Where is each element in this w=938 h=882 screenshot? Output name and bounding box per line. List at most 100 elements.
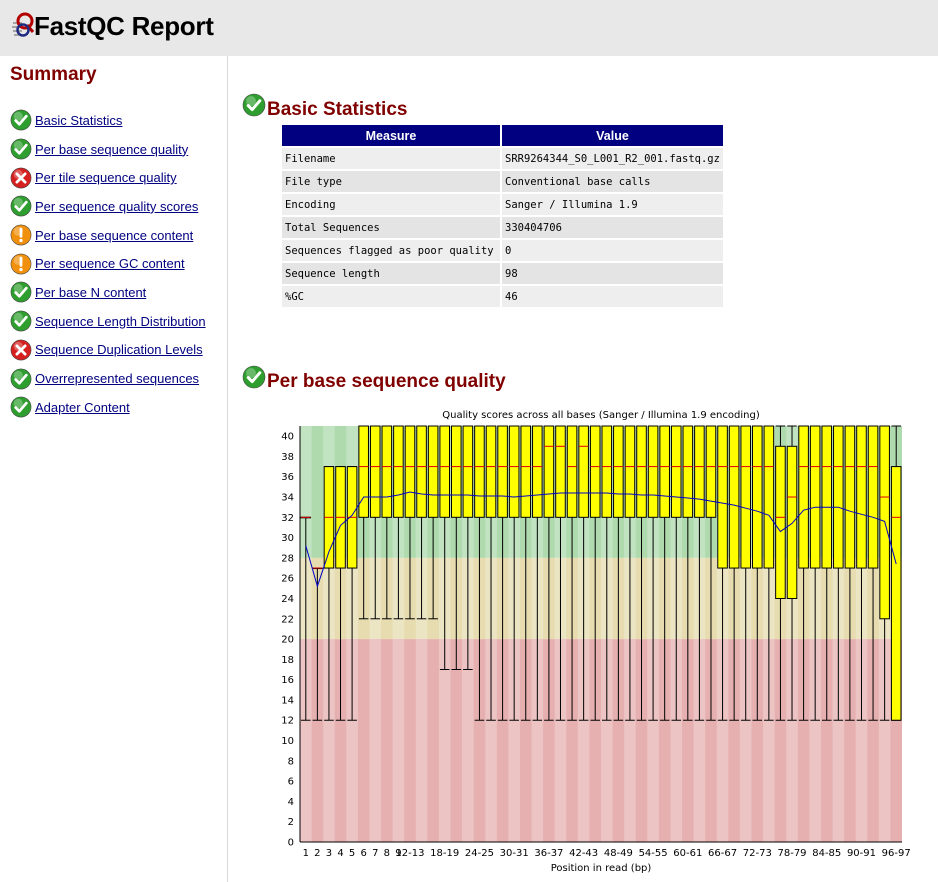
quartile-box	[809, 425, 821, 569]
value-cell: SRR9264344_S0_L001_R2_001.fastq.gz	[502, 148, 723, 169]
quartile-box	[728, 425, 740, 569]
quartile-box	[601, 425, 613, 518]
summary-link-adapter-content[interactable]: Adapter Content	[35, 400, 130, 415]
chart-title: Quality scores across all bases (Sanger …	[442, 410, 760, 421]
x-axis-label: Position in read (bp)	[551, 863, 652, 874]
x-tick-label: 72-73	[743, 848, 772, 859]
y-tick-label: 6	[288, 777, 294, 788]
y-tick-label: 16	[281, 675, 294, 686]
quartile-box	[485, 425, 497, 518]
measure-cell: Total Sequences	[282, 217, 500, 238]
y-tick-label: 20	[281, 635, 294, 646]
quartile-box	[520, 425, 532, 518]
x-tick-label: 42-43	[569, 848, 598, 859]
quartile-box	[508, 425, 520, 518]
x-tick-label: 36-37	[534, 848, 563, 859]
summary-link-sequence-duplication-levels[interactable]: Sequence Duplication Levels	[35, 342, 203, 357]
measure-cell: Sequence length	[282, 263, 500, 284]
summary-link-per-sequence-quality-scores[interactable]: Per sequence quality scores	[35, 199, 198, 214]
x-tick-label: 60-61	[673, 848, 702, 859]
quartile-box	[462, 425, 474, 518]
quartile-box	[786, 445, 798, 599]
y-tick-label: 12	[281, 716, 294, 727]
quality-box-plot: Quality scores across all bases (Sanger …	[281, 410, 911, 874]
quartile-box	[636, 425, 647, 518]
quartile-box	[717, 425, 728, 569]
summary-item-basic-statistics: Basic Statistics	[10, 106, 206, 135]
summary-item-per-base-sequence-quality: Per base sequence quality	[10, 135, 206, 164]
y-tick-label: 32	[281, 513, 294, 524]
summary-link-per-base-n-content[interactable]: Per base N content	[35, 285, 146, 300]
x-tick-label: 66-67	[708, 848, 737, 859]
summary-link-overrepresented-sequences[interactable]: Overrepresented sequences	[35, 371, 199, 386]
warn-icon	[10, 253, 32, 275]
pass-icon	[10, 196, 32, 217]
quartile-box	[798, 425, 809, 569]
column-header-value: Value	[502, 125, 723, 146]
quartile-box	[474, 425, 485, 518]
value-cell: 0	[502, 240, 723, 261]
y-tick-label: 4	[288, 797, 294, 808]
summary-module-list: Basic Statistics Per base sequence qualit…	[10, 106, 206, 422]
value-cell: 98	[502, 263, 723, 284]
measure-cell: %GC	[282, 286, 500, 307]
summary-item-per-sequence-gc-content: Per sequence GC content	[10, 249, 206, 278]
summary-link-per-tile-sequence-quality[interactable]: Per tile sequence quality	[35, 170, 177, 185]
summary-link-per-base-sequence-quality[interactable]: Per base sequence quality	[35, 142, 188, 157]
quartile-box	[578, 425, 589, 518]
pass-icon	[10, 368, 32, 389]
y-tick-label: 30	[281, 533, 294, 544]
y-tick-label: 2	[288, 817, 294, 828]
value-cell: Sanger / Illumina 1.9	[502, 194, 723, 215]
summary-item-per-base-sequence-content: Per base sequence content	[10, 221, 206, 250]
y-tick-label: 28	[281, 553, 294, 564]
basic-statistics-heading: Basic Statistics	[267, 99, 408, 120]
fastqc-logo-icon	[12, 12, 35, 37]
y-tick-label: 10	[281, 736, 294, 747]
x-tick-label: 30-31	[500, 848, 529, 859]
summary-link-per-sequence-gc-content[interactable]: Per sequence GC content	[35, 256, 185, 271]
summary-link-per-base-sequence-content[interactable]: Per base sequence content	[35, 228, 193, 243]
table-row: Filename SRR9264344_S0_L001_R2_001.fastq.…	[282, 148, 723, 169]
summary-item-adapter-content: Adapter Content	[10, 393, 206, 422]
warn-icon	[10, 224, 32, 246]
x-tick-label: 2	[314, 848, 320, 859]
quartile-box	[659, 425, 670, 518]
quartile-box	[381, 425, 393, 518]
summary-link-sequence-length-distribution[interactable]: Sequence Length Distribution	[35, 314, 206, 329]
quartile-box	[613, 425, 624, 518]
quartile-box	[532, 425, 543, 518]
fail-icon	[10, 167, 32, 189]
per-base-quality-heading: Per base sequence quality	[267, 371, 506, 392]
quartile-box	[589, 425, 601, 518]
x-tick-label: 54-55	[639, 848, 668, 859]
summary-link-basic-statistics[interactable]: Basic Statistics	[35, 113, 122, 128]
y-tick-label: 14	[281, 695, 294, 706]
zone-stripe	[415, 639, 428, 842]
x-tick-label: 78-79	[777, 848, 806, 859]
x-tick-label: 4	[337, 848, 343, 859]
x-tick-label: 48-49	[604, 848, 633, 859]
quartile-box	[705, 425, 717, 518]
quartile-box	[358, 425, 369, 518]
basic-statistics-table: Measure Value Filename SRR9264344_S0_L001…	[280, 123, 725, 309]
quartile-box	[624, 425, 636, 518]
measure-cell: Filename	[282, 148, 500, 169]
quartile-box	[416, 425, 427, 518]
x-tick-label: 96-97	[882, 848, 911, 859]
x-tick-label: 84-85	[812, 848, 841, 859]
pass-icon	[10, 310, 32, 332]
table-row: Sequence length 98	[282, 263, 723, 284]
y-tick-label: 26	[281, 574, 294, 585]
y-tick-label: 22	[281, 614, 294, 625]
report-title: FastQC Report	[34, 11, 214, 41]
pass-icon	[10, 109, 32, 131]
summary-item-sequence-duplication-levels: Sequence Duplication Levels	[10, 336, 206, 365]
quartile-box	[647, 425, 659, 518]
summary-item-overrepresented-sequences: Overrepresented sequences	[10, 364, 206, 393]
quartile-box	[670, 425, 682, 518]
quartile-box	[775, 445, 786, 599]
measure-cell: Encoding	[282, 194, 500, 215]
x-tick-label: 8	[384, 848, 390, 859]
quartile-box	[844, 425, 856, 569]
